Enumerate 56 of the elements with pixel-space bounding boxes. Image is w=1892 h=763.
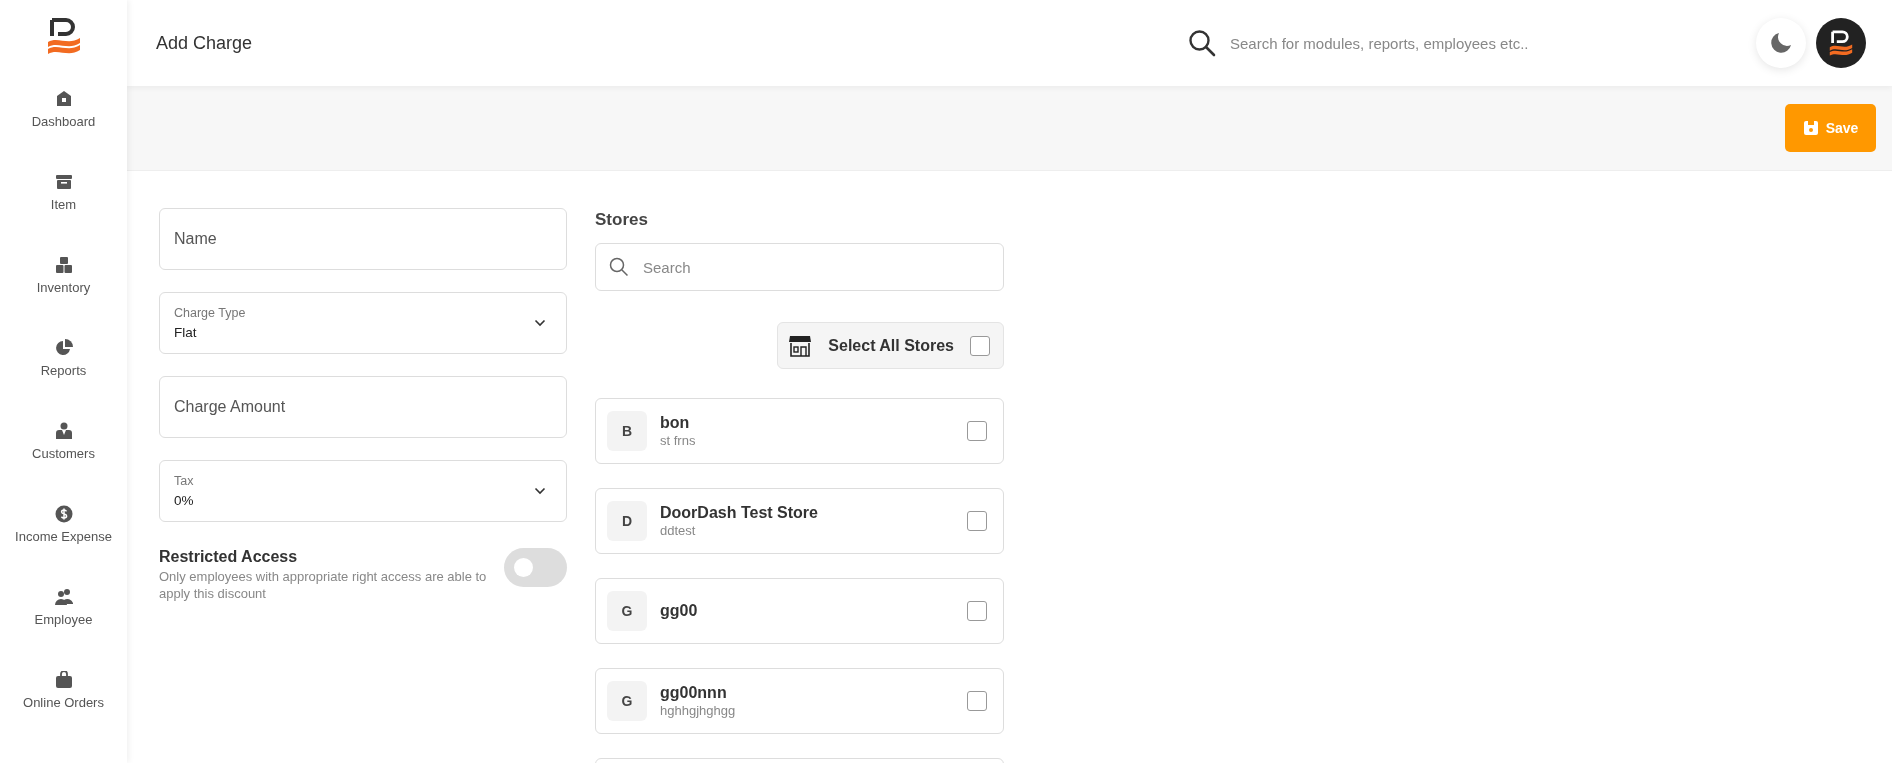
bag-icon [54, 671, 73, 689]
sidebar-item[interactable]: Customers [0, 422, 127, 505]
sidebar-item[interactable]: Reports [0, 339, 127, 422]
moon-icon [1770, 32, 1792, 54]
store-name: gg00 [660, 602, 699, 620]
pie-chart-icon [54, 339, 73, 357]
boxes-icon [54, 256, 73, 274]
store-name: DoorDash Test Store [660, 504, 819, 522]
text-field[interactable]: Charge Amount [159, 376, 567, 438]
avatar-button[interactable] [1816, 18, 1866, 68]
store-card[interactable]: D DoorDash Test Store ddtest [595, 488, 1004, 554]
sidebar-item[interactable]: Income Expense [0, 505, 127, 588]
store-initial-avatar: D [607, 501, 647, 541]
toggle-switch[interactable] [504, 548, 567, 587]
home-icon [54, 90, 73, 108]
text-field[interactable]: Name [159, 208, 567, 270]
section-heading: Stores [595, 210, 649, 230]
chevron-down-icon [534, 319, 546, 327]
sidebar-item[interactable]: Employee [0, 588, 127, 671]
sidebar-item[interactable]: Online Orders [0, 671, 127, 754]
sidebar-item[interactable]: Dashboard [0, 90, 127, 173]
checkbox[interactable] [967, 511, 987, 531]
checkbox[interactable] [970, 335, 990, 356]
theme-toggle-button[interactable] [1756, 18, 1806, 68]
storefront-icon [788, 334, 813, 357]
store-initial-avatar: G [607, 591, 647, 631]
sidebar-item[interactable]: Inventory [0, 256, 127, 339]
checkbox[interactable] [967, 691, 987, 711]
select-all-control[interactable]: Select All Stores [777, 322, 1004, 369]
store-code: ddtest [660, 523, 697, 538]
dollar-icon [54, 505, 73, 523]
people-icon [54, 588, 73, 606]
store-card[interactable]: G gg00nnn hghhgjhghgg [595, 668, 1004, 734]
store-name: gg00nnn [660, 684, 728, 702]
store-initial-avatar: B [607, 411, 647, 451]
checkbox[interactable] [967, 421, 987, 441]
chevron-down-icon [534, 487, 546, 495]
setting-description: Only employees with appropriate right access are able to apply this discount [159, 569, 488, 603]
store-name: bon [660, 414, 691, 432]
store-code: st frns [660, 433, 697, 448]
checkbox[interactable] [967, 601, 987, 621]
store-code: hghhgjhghgg [660, 703, 737, 718]
person-icon [54, 422, 73, 440]
store-search-field[interactable]: Search [595, 243, 1004, 291]
store-card[interactable]: G gg00 [595, 578, 1004, 644]
search-icon [1188, 29, 1216, 57]
logo-icon [1827, 29, 1855, 57]
sidebar-item[interactable]: Item [0, 173, 127, 256]
archive-box-icon [54, 173, 73, 191]
setting-title: Restricted Access [159, 548, 299, 566]
page-title: Add Charge [156, 32, 254, 54]
search-icon [609, 257, 629, 277]
dropdown-field[interactable]: Charge Type Flat [159, 292, 567, 354]
store-card[interactable]: B bon st frns [595, 398, 1004, 464]
dropdown-field[interactable]: Tax 0% [159, 460, 567, 522]
store-initial-avatar: G [607, 681, 647, 721]
